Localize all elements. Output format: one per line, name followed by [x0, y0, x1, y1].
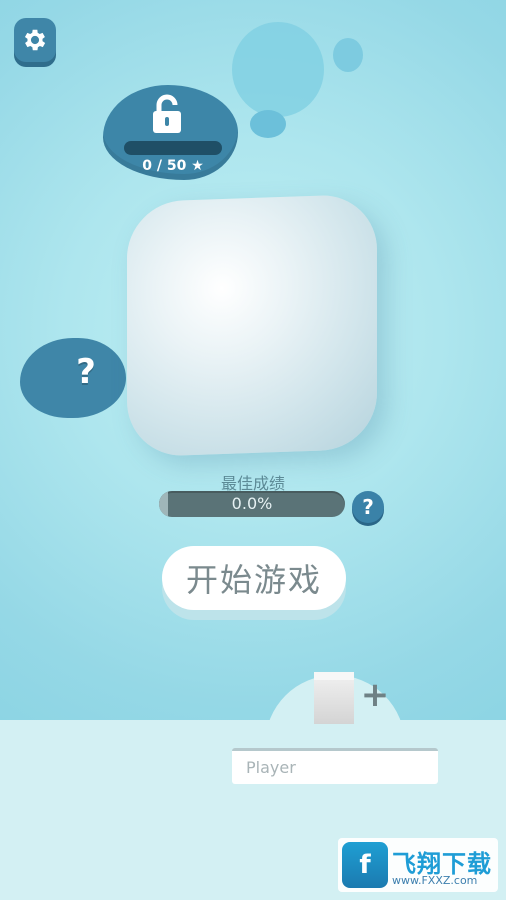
settings-button[interactable]: [14, 18, 56, 62]
best-score-help-button[interactable]: ?: [352, 491, 384, 523]
watermark-url: www.FXXZ.com: [392, 874, 478, 887]
player-name-input[interactable]: [232, 748, 438, 784]
best-score-value: 0.0%: [231, 494, 273, 513]
add-skin-button[interactable]: +: [360, 678, 390, 712]
unlock-progress-bar: [124, 141, 222, 155]
lock-icon: [153, 94, 181, 133]
help-question-mark: ?: [76, 352, 96, 392]
best-score-progress-bar: 0.0%: [159, 491, 345, 517]
watermark-logo: f: [342, 842, 388, 888]
start-game-button[interactable]: 开始游戏: [162, 546, 346, 610]
background-cloud: [250, 110, 286, 138]
player-cube: [127, 193, 377, 458]
gear-icon: [24, 29, 46, 51]
unlock-progress-text: 0 / 50 ★: [142, 158, 204, 174]
skin-preview-cube[interactable]: [314, 672, 354, 724]
background-cloud: [333, 38, 363, 72]
background-cloud: [232, 22, 324, 117]
